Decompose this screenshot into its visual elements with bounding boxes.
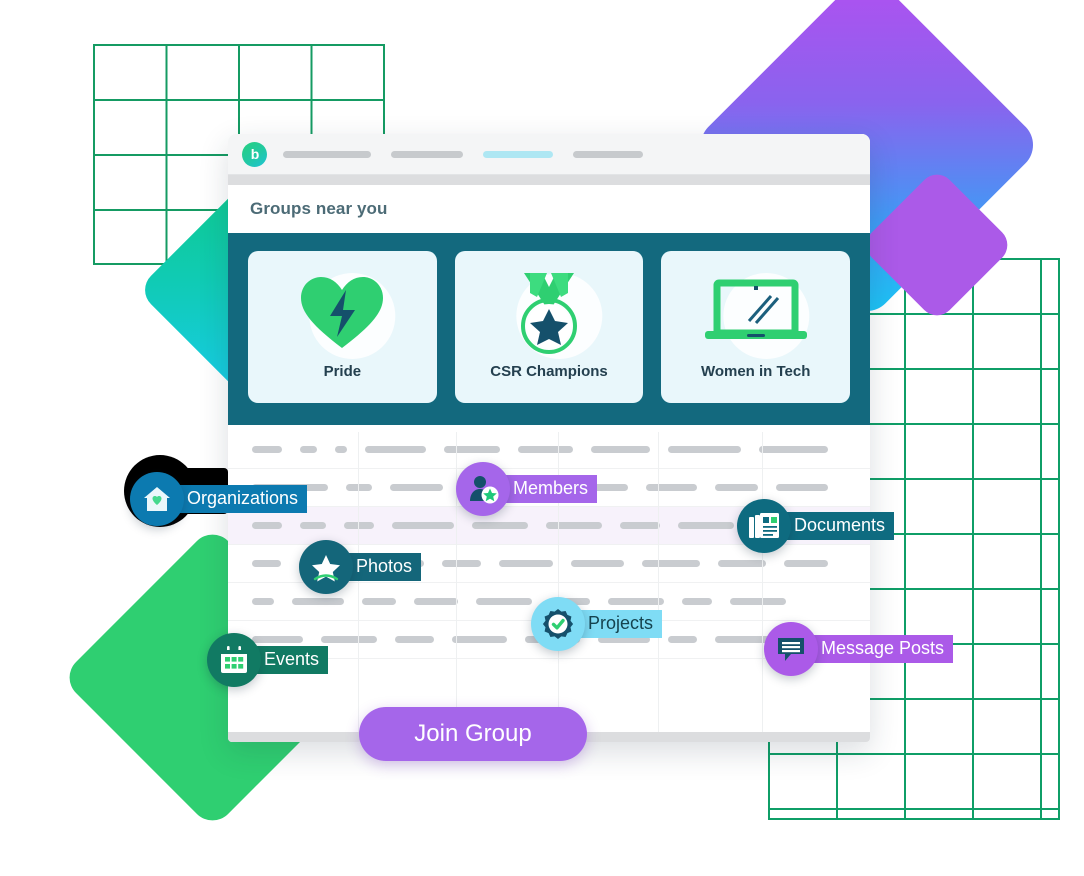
table-cell-placeholder — [645, 484, 698, 491]
badge-label: Photos — [347, 552, 422, 582]
badge-projects[interactable]: Projects — [531, 597, 663, 651]
table-cell-placeholder — [321, 636, 377, 643]
table-cell-placeholder — [362, 598, 396, 605]
table-cell-placeholder — [252, 446, 282, 453]
badge-label: Projects — [579, 609, 663, 639]
nav-placeholder-2[interactable] — [391, 150, 463, 158]
app-navbar: b — [228, 134, 870, 175]
home-heart-icon — [130, 472, 184, 526]
medal-star-icon — [506, 269, 592, 357]
table-cell-placeholder — [335, 446, 348, 453]
badge-events[interactable]: Events — [207, 633, 329, 687]
group-card-label: Women in Tech — [700, 363, 811, 380]
table-cell-placeholder — [365, 446, 427, 453]
badge-label: Message Posts — [812, 634, 954, 664]
table-cell-placeholder — [345, 484, 372, 491]
page-title: Groups near you — [250, 199, 388, 218]
badge-label: Members — [504, 474, 598, 504]
table-cell-placeholder — [730, 598, 786, 605]
table-cell-placeholder — [678, 522, 734, 529]
illustration-stage: b Groups near you Pride CSR Champions Wo… — [0, 0, 1084, 876]
badge-photos[interactable]: Photos — [299, 540, 422, 594]
join-group-button[interactable]: Join Group — [359, 707, 587, 761]
nav-placeholder-4[interactable] — [573, 150, 643, 158]
star-photo-icon — [299, 540, 353, 594]
table-cell-placeholder — [389, 484, 443, 491]
navbar-divider-strip — [228, 175, 870, 185]
group-card-label: Pride — [323, 363, 362, 380]
table-cell-placeholder — [392, 522, 454, 529]
table-cell-placeholder — [667, 636, 698, 643]
table-cell-placeholder — [715, 484, 759, 491]
badge-members[interactable]: Members — [456, 462, 598, 516]
page-header: Groups near you — [228, 185, 870, 233]
table-cell-placeholder — [667, 446, 741, 453]
badge-label: Events — [255, 645, 329, 675]
heart-bolt-icon — [299, 269, 385, 357]
table-cell-placeholder — [394, 636, 434, 643]
badge-documents[interactable]: Documents — [737, 499, 895, 553]
app-logo-icon[interactable]: b — [242, 141, 267, 167]
group-card-pride[interactable]: Pride — [248, 251, 437, 403]
table-cell-placeholder — [776, 484, 829, 491]
table-cell-placeholder — [642, 560, 700, 567]
table-cell-placeholder — [546, 522, 602, 529]
table-cell-placeholder — [476, 598, 532, 605]
table-cell-placeholder — [472, 522, 528, 529]
table-cell-placeholder — [451, 636, 508, 643]
badge-label: Organizations — [178, 484, 308, 514]
check-badge-icon — [531, 597, 585, 651]
badge-message-posts[interactable]: Message Posts — [764, 622, 954, 676]
group-card-women-in-tech[interactable]: Women in Tech — [661, 251, 851, 403]
table-cell-placeholder — [783, 560, 829, 567]
newspaper-icon — [737, 499, 791, 553]
table-cell-placeholder — [252, 560, 281, 567]
table-cell-placeholder — [344, 522, 374, 529]
badge-label: Documents — [785, 511, 895, 541]
calendar-icon — [207, 633, 261, 687]
table-cell-placeholder — [517, 446, 573, 453]
table-cell-placeholder — [717, 560, 766, 567]
table-cell-placeholder — [414, 598, 458, 605]
table-cell-placeholder — [299, 446, 318, 453]
group-card-csr-champions[interactable]: CSR Champions — [454, 251, 644, 403]
table-cell-placeholder — [570, 560, 625, 567]
group-card-label: CSR Champions — [490, 363, 608, 380]
table-cell-placeholder — [442, 560, 481, 567]
table-cell-placeholder — [292, 598, 344, 605]
group-card-band: Pride CSR Champions Women in Tech — [228, 233, 870, 425]
table-cell-placeholder — [252, 598, 274, 605]
chat-lines-icon — [764, 622, 818, 676]
nav-placeholder-3-active[interactable] — [483, 150, 553, 158]
table-cell-placeholder — [758, 446, 828, 453]
table-cell-placeholder — [715, 636, 771, 643]
table-cell-placeholder — [444, 446, 500, 453]
app-logo-glyph: b — [250, 146, 260, 162]
table-cell-placeholder — [620, 522, 660, 529]
table-cell-placeholder — [590, 446, 650, 453]
laptop-icon — [701, 269, 811, 357]
table-cell-placeholder — [498, 560, 553, 567]
nav-placeholder-1[interactable] — [283, 150, 371, 158]
person-star-icon — [456, 462, 510, 516]
table-cell-placeholder — [682, 598, 712, 605]
